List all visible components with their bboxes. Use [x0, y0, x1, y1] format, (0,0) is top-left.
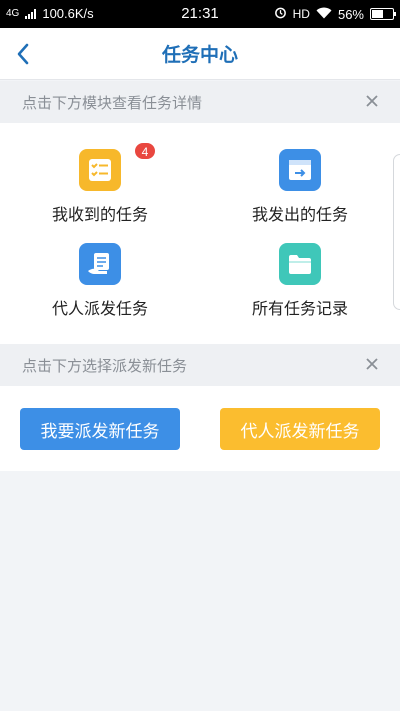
battery-icon [370, 8, 396, 20]
side-drawer-handle[interactable] [393, 154, 400, 310]
nav-bar: 任务中心 [0, 28, 400, 80]
battery-level [372, 10, 383, 18]
received-tasks-item[interactable]: 4 我收到的任务 [20, 142, 180, 229]
alarm-icon [274, 6, 287, 22]
checklist-icon [79, 149, 121, 191]
folder-icon [279, 243, 321, 285]
status-right: HD 56% [274, 6, 396, 22]
proxy-dispatch-new-task-button[interactable]: 代人派发新任务 [220, 408, 380, 450]
sent-tasks-item[interactable]: 我发出的任务 [220, 149, 380, 229]
dispatch-new-task-button[interactable]: 我要派发新任务 [20, 408, 180, 450]
all-records-label: 所有任务记录 [251, 299, 348, 318]
hint-text: 点击下方选择派发新任务 [22, 357, 188, 375]
hint-text: 点击下方模块查看任务详情 [22, 94, 203, 112]
battery-percent: 56% [337, 6, 364, 22]
close-icon [366, 358, 378, 370]
sent-tasks-label: 我发出的任务 [251, 205, 348, 224]
unread-badge: 4 [134, 142, 156, 160]
all-records-item[interactable]: 所有任务记录 [220, 243, 380, 323]
page-title: 任务中心 [161, 44, 238, 66]
close-icon [366, 95, 378, 107]
close-hint-button[interactable] [362, 90, 382, 112]
hand-document-icon [79, 243, 121, 285]
received-tasks-label: 我收到的任务 [51, 205, 148, 224]
task-detail-hint-bar: 点击下方模块查看任务详情 [0, 81, 400, 123]
send-window-icon [279, 149, 321, 191]
new-task-hint-bar: 点击下方选择派发新任务 [0, 344, 400, 386]
proxy-dispatch-item[interactable]: 代人派发任务 [20, 243, 180, 323]
status-bar: 4G 100.6K/s 21:31 HD 56% [0, 0, 400, 28]
hd-label: HD [292, 7, 310, 21]
task-module-card: 4 我收到的任务 我发出的任务 代人派发任务 所有任务记录 [0, 123, 400, 344]
close-hint-button[interactable] [362, 353, 382, 375]
proxy-dispatch-label: 代人派发任务 [51, 299, 148, 318]
wifi-icon [316, 7, 332, 22]
